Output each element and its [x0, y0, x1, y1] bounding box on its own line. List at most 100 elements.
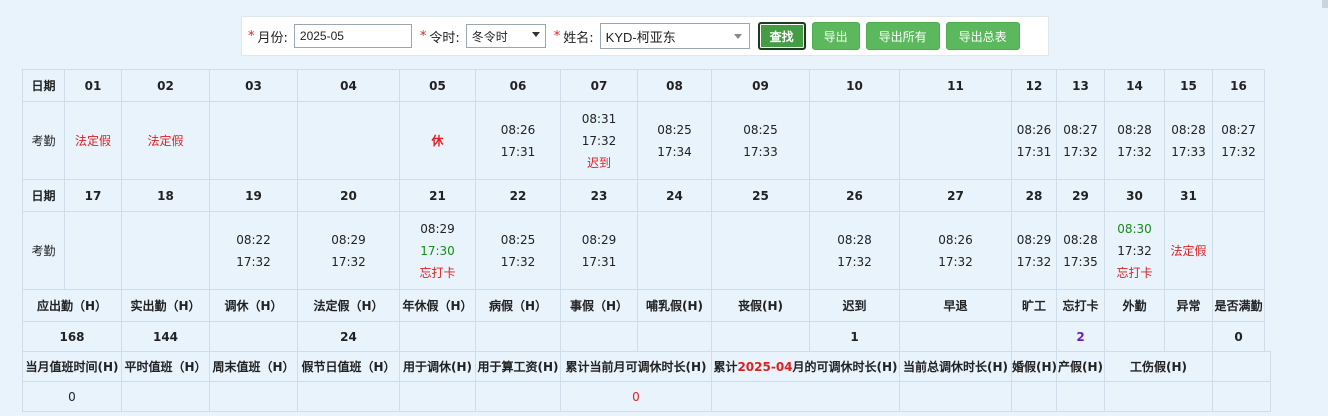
day-number: 14: [1104, 69, 1165, 102]
attendance-cell: 08:25 17:34: [637, 101, 712, 180]
duty-value: [209, 381, 298, 412]
attendance-entry: 17:31: [581, 254, 617, 269]
summary-header: 哺乳假(H): [637, 289, 712, 322]
summary-header: 迟到: [809, 289, 900, 322]
summary-value: [560, 321, 638, 352]
attendance-entry: 17:32: [236, 254, 271, 269]
summary-header: 病假（H）: [475, 289, 561, 322]
summary-value: 1: [809, 321, 900, 352]
attendance-entry: 17:32: [331, 254, 366, 269]
day-number: 16: [1212, 69, 1265, 102]
month-input[interactable]: 2025-05: [293, 24, 412, 48]
attendance-entry: 17:32: [938, 254, 973, 269]
attendance-cell: 08:29 17:30 忘打卡: [399, 211, 476, 290]
summary-value-row: 168 144 24 1 2 0: [22, 321, 1271, 352]
chevron-down-icon: [531, 32, 540, 37]
attendance-cell: 08:28 17:32: [809, 211, 900, 290]
attendance-entry: 08:25: [743, 122, 778, 137]
attendance-cell: 08:29 17:32: [297, 211, 400, 290]
day-number: 08: [637, 69, 712, 102]
day-number: 31: [1164, 179, 1213, 212]
attendance-cell: 08:27 17:32: [1056, 101, 1105, 180]
attendance-entry: 忘打卡: [419, 265, 456, 280]
season-select[interactable]: 冬令时: [465, 24, 546, 48]
attendance-cell: 08:26 17:32: [899, 211, 1012, 290]
attendance-entry: 08:29: [581, 232, 617, 247]
attendance-entry: 忘打卡: [1116, 265, 1153, 280]
day-number: 02: [121, 69, 210, 102]
summary-value: [899, 321, 1012, 352]
day-number: 24: [637, 179, 712, 212]
duty-value-row: 00: [22, 381, 1271, 412]
attendance-cell: [1212, 211, 1265, 290]
date-row-1: 日期 01 02 03 04 05 06 07 08 09 10 11 12 13 14 15 16: [22, 69, 1271, 102]
summary-value: [711, 321, 810, 352]
top-strip: [0, 0, 1328, 6]
attendance-cell: 08:25 17:32: [475, 211, 561, 290]
day-number: 11: [899, 69, 1012, 102]
day-number: 21: [399, 179, 476, 212]
summary-header: 年休假（H）: [399, 289, 476, 322]
duty-header-row: 当月值班时间(H) 平时值班（H） 周末值班（H） 假节日值班（H） 用于调休(H) 用于…: [22, 351, 1271, 382]
attendance-entry: 17:31: [1016, 144, 1052, 159]
attendance-cell: 法定假: [64, 101, 122, 180]
attendance-table: 日期 01 02 03 04 05 06 07 08 09 10 11 12 13 14 15 16 考勤 法定假…: [22, 69, 1271, 412]
summary-header: 外勤: [1104, 289, 1165, 322]
attendance-cell: 08:28 17:32: [1104, 101, 1165, 180]
day-number: 01: [64, 69, 122, 102]
day-number: 07: [560, 69, 638, 102]
duty-value: [1011, 381, 1057, 412]
attendance-entry: 17:32: [500, 254, 536, 269]
attendance-entry: 17:32: [1117, 144, 1152, 159]
cum-month: 2025-04: [737, 359, 793, 374]
summary-value: [637, 321, 712, 352]
attendance-cell: 08:26 17:31: [1011, 101, 1057, 180]
attendance-cell: 08:30 17:32 忘打卡: [1104, 211, 1165, 290]
day-number: 05: [399, 69, 476, 102]
blank-header: [1212, 351, 1271, 382]
duty-header: 婚假(H): [1011, 351, 1057, 382]
day-number: 23: [560, 179, 638, 212]
attendance-entry: 17:32: [837, 254, 872, 269]
attendance-entry: 08:27: [1221, 122, 1256, 137]
month-label: * 月份:: [248, 28, 288, 46]
day-number: 03: [209, 69, 298, 102]
summary-value: [399, 321, 476, 352]
duty-value: [899, 381, 1012, 412]
day-number: 27: [899, 179, 1012, 212]
attendance-cell: 08:29 17:31: [560, 211, 638, 290]
day-number: 22: [475, 179, 561, 212]
duty-value: 0: [22, 381, 122, 412]
attendance-entry: 17:33: [743, 144, 778, 159]
duty-value: [711, 381, 900, 412]
attendance-entry: 08:30: [1117, 221, 1152, 236]
search-button[interactable]: 查找: [757, 22, 806, 50]
attendance-cell: [64, 211, 122, 290]
day-number: 19: [209, 179, 298, 212]
name-select[interactable]: KYD-柯亚东: [599, 23, 750, 49]
attendance-entry: 17:32: [1117, 243, 1152, 258]
summary-value: [475, 321, 561, 352]
cumulative-value: 0: [560, 381, 712, 412]
duty-header: 平时值班（H）: [121, 351, 210, 382]
summary-value: [1104, 321, 1165, 352]
attendance-entry: 法定假: [147, 133, 184, 148]
attendance-entry: 08:25: [657, 122, 692, 137]
attendance-entry: 法定假: [74, 133, 111, 148]
summary-header: 事假（H）: [560, 289, 638, 322]
day-number: 26: [809, 179, 900, 212]
day-number: 20: [297, 179, 400, 212]
duty-value: [297, 381, 400, 412]
duty-header: 用于算工资(H): [475, 351, 561, 382]
summary-header: 丧假(H): [711, 289, 810, 322]
export-summary-button[interactable]: 导出总表: [945, 22, 1020, 50]
attendance-entry: 08:28: [1063, 232, 1098, 247]
attendance-entry: 08:22: [236, 232, 271, 247]
export-button[interactable]: 导出: [811, 22, 860, 50]
attendance-row-1: 考勤 法定假 法定假休 08:26 17:31 08:31 17:32 迟到 08:25 17:3…: [22, 101, 1271, 180]
export-all-button[interactable]: 导出所有: [865, 22, 940, 50]
chevron-down-icon: [733, 34, 742, 39]
day-number: 09: [711, 69, 810, 102]
cum-suffix: 月的可调休时长(H): [792, 359, 898, 374]
attendance-entry: 08:27: [1063, 122, 1098, 137]
